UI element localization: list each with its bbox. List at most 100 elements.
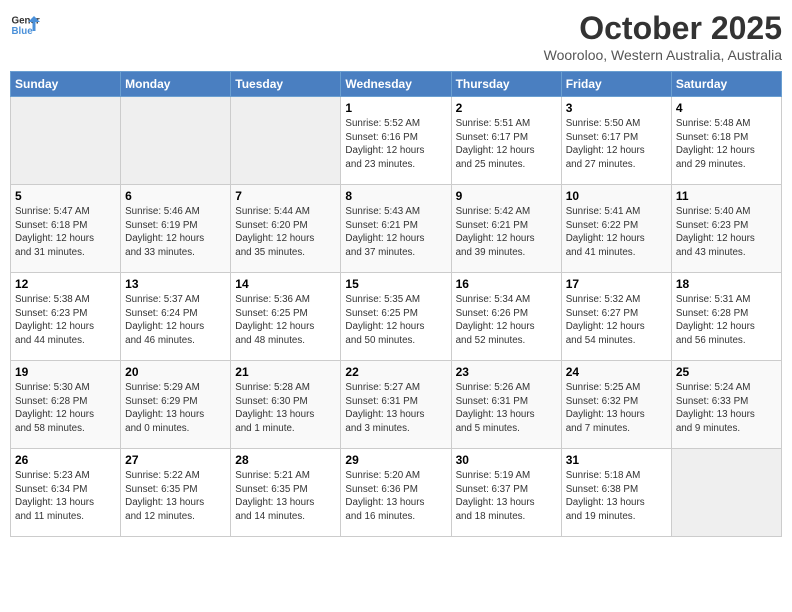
day-number: 13 <box>125 277 226 291</box>
day-number: 22 <box>345 365 446 379</box>
day-info: Sunrise: 5:36 AM Sunset: 6:25 PM Dayligh… <box>235 293 336 348</box>
day-number: 12 <box>15 277 116 291</box>
calendar-cell: 16 Sunrise: 5:34 AM Sunset: 6:26 PM Dayli… <box>451 273 561 361</box>
calendar-cell: 7Sunrise: 5:44 AM Sunset: 6:20 PM Daylig… <box>231 185 341 273</box>
calendar-cell <box>11 97 121 185</box>
day-number: 29 <box>345 453 446 467</box>
day-number: 18 <box>676 277 777 291</box>
day-number: 24 <box>566 365 667 379</box>
calendar-cell: 31Sunrise: 5:18 AM Sunset: 6:38 PM Dayli… <box>561 449 671 537</box>
calendar-cell: 17 Sunrise: 5:32 AM Sunset: 6:27 PM Dayli… <box>561 273 671 361</box>
day-info: Sunrise: 5:40 AM Sunset: 6:23 PM Dayligh… <box>676 205 777 260</box>
day-info: Sunrise: 5:52 AM Sunset: 6:16 PM Dayligh… <box>345 117 446 172</box>
day-info: Sunrise: 5:27 AM Sunset: 6:31 PM Dayligh… <box>345 381 446 436</box>
svg-text:Blue: Blue <box>12 26 34 37</box>
day-info: Sunrise: 5:31 AM Sunset: 6:28 PM Dayligh… <box>676 293 777 348</box>
calendar-cell: 25 Sunrise: 5:24 AM Sunset: 6:33 PM Dayli… <box>671 361 781 449</box>
day-number: 28 <box>235 453 336 467</box>
day-info: Sunrise: 5:25 AM Sunset: 6:32 PM Dayligh… <box>566 381 667 436</box>
day-number: 23 <box>456 365 557 379</box>
header-cell-wednesday: Wednesday <box>341 72 451 97</box>
day-number: 1 <box>345 101 446 115</box>
week-row-3: 19 Sunrise: 5:30 AM Sunset: 6:28 PM Dayli… <box>11 361 782 449</box>
day-info: Sunrise: 5:35 AM Sunset: 6:25 PM Dayligh… <box>345 293 446 348</box>
calendar-cell: 18 Sunrise: 5:31 AM Sunset: 6:28 PM Dayli… <box>671 273 781 361</box>
day-number: 17 <box>566 277 667 291</box>
calendar-cell: 2 Sunrise: 5:51 AM Sunset: 6:17 PM Daylig… <box>451 97 561 185</box>
day-info: Sunrise: 5:47 AM Sunset: 6:18 PM Dayligh… <box>15 205 116 260</box>
day-info: Sunrise: 5:34 AM Sunset: 6:26 PM Dayligh… <box>456 293 557 348</box>
day-info: Sunrise: 5:21 AM Sunset: 6:35 PM Dayligh… <box>235 469 336 524</box>
calendar-cell: 13 Sunrise: 5:37 AM Sunset: 6:24 PM Dayli… <box>121 273 231 361</box>
day-info: Sunrise: 5:50 AM Sunset: 6:17 PM Dayligh… <box>566 117 667 172</box>
day-info: Sunrise: 5:41 AM Sunset: 6:22 PM Dayligh… <box>566 205 667 260</box>
day-number: 19 <box>15 365 116 379</box>
day-info: Sunrise: 5:20 AM Sunset: 6:36 PM Dayligh… <box>345 469 446 524</box>
calendar-cell: 14 Sunrise: 5:36 AM Sunset: 6:25 PM Dayli… <box>231 273 341 361</box>
day-info: Sunrise: 5:43 AM Sunset: 6:21 PM Dayligh… <box>345 205 446 260</box>
calendar-body: 1 Sunrise: 5:52 AM Sunset: 6:16 PM Daylig… <box>11 97 782 537</box>
calendar-cell: 23 Sunrise: 5:26 AM Sunset: 6:31 PM Dayli… <box>451 361 561 449</box>
day-number: 9 <box>456 189 557 203</box>
header-cell-saturday: Saturday <box>671 72 781 97</box>
day-number: 4 <box>676 101 777 115</box>
calendar-cell <box>671 449 781 537</box>
day-number: 11 <box>676 189 777 203</box>
calendar-cell: 28 Sunrise: 5:21 AM Sunset: 6:35 PM Dayli… <box>231 449 341 537</box>
day-info: Sunrise: 5:38 AM Sunset: 6:23 PM Dayligh… <box>15 293 116 348</box>
day-number: 14 <box>235 277 336 291</box>
header: General Blue October 2025 Wooroloo, West… <box>10 10 782 63</box>
week-row-4: 26Sunrise: 5:23 AM Sunset: 6:34 PM Dayli… <box>11 449 782 537</box>
calendar-cell: 10 Sunrise: 5:41 AM Sunset: 6:22 PM Dayli… <box>561 185 671 273</box>
day-number: 16 <box>456 277 557 291</box>
day-number: 2 <box>456 101 557 115</box>
month-title: October 2025 <box>544 10 782 47</box>
logo-icon: General Blue <box>10 10 40 40</box>
day-number: 20 <box>125 365 226 379</box>
day-info: Sunrise: 5:26 AM Sunset: 6:31 PM Dayligh… <box>456 381 557 436</box>
logo: General Blue <box>10 10 44 40</box>
day-number: 30 <box>456 453 557 467</box>
calendar-cell: 22 Sunrise: 5:27 AM Sunset: 6:31 PM Dayli… <box>341 361 451 449</box>
calendar-cell: 5Sunrise: 5:47 AM Sunset: 6:18 PM Daylig… <box>11 185 121 273</box>
calendar-cell: 24 Sunrise: 5:25 AM Sunset: 6:32 PM Dayli… <box>561 361 671 449</box>
day-info: Sunrise: 5:19 AM Sunset: 6:37 PM Dayligh… <box>456 469 557 524</box>
week-row-0: 1 Sunrise: 5:52 AM Sunset: 6:16 PM Daylig… <box>11 97 782 185</box>
header-cell-tuesday: Tuesday <box>231 72 341 97</box>
day-number: 3 <box>566 101 667 115</box>
day-info: Sunrise: 5:22 AM Sunset: 6:35 PM Dayligh… <box>125 469 226 524</box>
calendar-cell: 3 Sunrise: 5:50 AM Sunset: 6:17 PM Daylig… <box>561 97 671 185</box>
calendar-cell <box>231 97 341 185</box>
calendar-cell: 6Sunrise: 5:46 AM Sunset: 6:19 PM Daylig… <box>121 185 231 273</box>
day-info: Sunrise: 5:42 AM Sunset: 6:21 PM Dayligh… <box>456 205 557 260</box>
header-row: SundayMondayTuesdayWednesdayThursdayFrid… <box>11 72 782 97</box>
calendar-cell: 1 Sunrise: 5:52 AM Sunset: 6:16 PM Daylig… <box>341 97 451 185</box>
calendar-cell: 30 Sunrise: 5:19 AM Sunset: 6:37 PM Dayli… <box>451 449 561 537</box>
calendar-cell: 12 Sunrise: 5:38 AM Sunset: 6:23 PM Dayli… <box>11 273 121 361</box>
day-info: Sunrise: 5:51 AM Sunset: 6:17 PM Dayligh… <box>456 117 557 172</box>
day-info: Sunrise: 5:44 AM Sunset: 6:20 PM Dayligh… <box>235 205 336 260</box>
calendar-cell: 11 Sunrise: 5:40 AM Sunset: 6:23 PM Dayli… <box>671 185 781 273</box>
day-info: Sunrise: 5:32 AM Sunset: 6:27 PM Dayligh… <box>566 293 667 348</box>
day-number: 25 <box>676 365 777 379</box>
header-cell-sunday: Sunday <box>11 72 121 97</box>
header-cell-friday: Friday <box>561 72 671 97</box>
day-info: Sunrise: 5:24 AM Sunset: 6:33 PM Dayligh… <box>676 381 777 436</box>
week-row-1: 5Sunrise: 5:47 AM Sunset: 6:18 PM Daylig… <box>11 185 782 273</box>
day-info: Sunrise: 5:23 AM Sunset: 6:34 PM Dayligh… <box>15 469 116 524</box>
calendar-cell: 8 Sunrise: 5:43 AM Sunset: 6:21 PM Daylig… <box>341 185 451 273</box>
day-number: 8 <box>345 189 446 203</box>
day-info: Sunrise: 5:37 AM Sunset: 6:24 PM Dayligh… <box>125 293 226 348</box>
location-title: Wooroloo, Western Australia, Australia <box>544 47 782 63</box>
calendar-cell: 15 Sunrise: 5:35 AM Sunset: 6:25 PM Dayli… <box>341 273 451 361</box>
calendar-cell: 29 Sunrise: 5:20 AM Sunset: 6:36 PM Dayli… <box>341 449 451 537</box>
calendar-cell: 19 Sunrise: 5:30 AM Sunset: 6:28 PM Dayli… <box>11 361 121 449</box>
day-info: Sunrise: 5:30 AM Sunset: 6:28 PM Dayligh… <box>15 381 116 436</box>
calendar-cell: 21Sunrise: 5:28 AM Sunset: 6:30 PM Dayli… <box>231 361 341 449</box>
day-number: 27 <box>125 453 226 467</box>
day-number: 15 <box>345 277 446 291</box>
day-number: 10 <box>566 189 667 203</box>
calendar-header: SundayMondayTuesdayWednesdayThursdayFrid… <box>11 72 782 97</box>
day-number: 31 <box>566 453 667 467</box>
day-info: Sunrise: 5:28 AM Sunset: 6:30 PM Dayligh… <box>235 381 336 436</box>
